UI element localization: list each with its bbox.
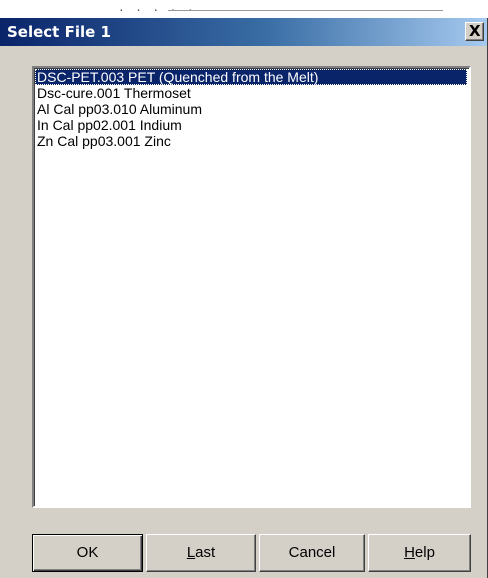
close-icon: X [469, 22, 481, 40]
file-listbox[interactable]: DSC-PET.003 PET (Quenched from the Melt)… [32, 66, 471, 508]
ok-button[interactable]: OK [32, 534, 143, 572]
help-label-rest: elp [414, 544, 435, 561]
last-label-rest: ast [195, 544, 216, 561]
dialog-title: Select File 1 [7, 23, 111, 41]
file-list-item-2[interactable]: Al Cal pp03.010 Aluminum [35, 101, 467, 117]
help-mnemonic: H [404, 544, 415, 561]
file-list-item-3[interactable]: In Cal pp02.001 Indium [35, 117, 467, 133]
file-list-item-1[interactable]: Dsc-cure.001 Thermoset [35, 85, 467, 101]
cancel-button[interactable]: Cancel [259, 534, 365, 572]
background-line [168, 10, 443, 11]
select-file-dialog: Select File 1 X DSC-PET.003 PET (Quenche… [0, 18, 488, 578]
file-list-item-4[interactable]: Zn Cal pp03.001 Zinc [35, 133, 467, 149]
background-window-edge: · · · · · [0, 0, 488, 18]
title-bar[interactable]: Select File 1 X [0, 18, 487, 46]
close-button[interactable]: X [465, 22, 484, 41]
last-mnemonic: L [186, 544, 196, 561]
last-button[interactable]: Last [146, 534, 256, 572]
file-list-item-0[interactable]: DSC-PET.003 PET (Quenched from the Melt) [35, 69, 467, 85]
file-list: DSC-PET.003 PET (Quenched from the Melt)… [34, 68, 469, 149]
help-button[interactable]: Help [368, 534, 471, 572]
